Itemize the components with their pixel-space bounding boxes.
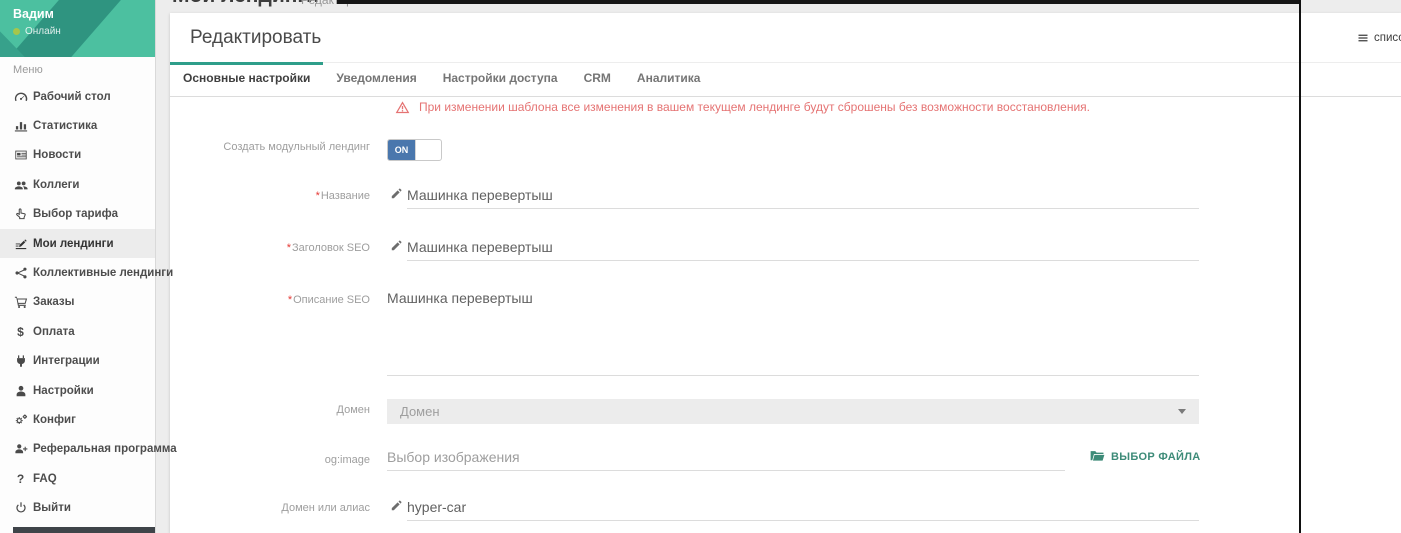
seo-title-input[interactable]: Машинка перевертыш [407, 234, 1199, 261]
sidebar-item-label: Выйти [33, 502, 71, 514]
menu-section-label: Меню [13, 64, 43, 76]
share-icon [13, 266, 28, 281]
template-warning: При изменении шаблона все изменения в ва… [395, 100, 1090, 115]
question-icon: ? [13, 471, 28, 486]
list-view-button[interactable]: список [1357, 13, 1401, 62]
domain-select-value: Домен [400, 404, 440, 419]
sidebar-item-label: Коллективные лендинги [33, 267, 173, 279]
profile-header: Вадим Онлайн [0, 0, 155, 57]
toggle-knob [415, 140, 441, 160]
gears-icon [13, 412, 28, 427]
alias-input[interactable]: hyper-car [407, 494, 1199, 521]
scrollbar[interactable] [1299, 0, 1301, 533]
sidebar-item-label: Оплата [33, 326, 75, 338]
dashboard-icon [13, 89, 28, 104]
folder-icon [1090, 450, 1105, 463]
tab-notifications[interactable]: Уведомления [323, 63, 429, 96]
sidebar-item-dashboard[interactable]: Рабочий стол [0, 82, 155, 111]
power-icon [13, 501, 28, 516]
sidebar-item-settings[interactable]: Настройки [0, 376, 155, 405]
choose-file-label: ВЫБОР ФАЙЛА [1111, 451, 1201, 463]
hand-icon [13, 207, 28, 222]
page-title: Мои лендинги [172, 0, 319, 7]
sidebar-item-label: Реферальная программа [33, 443, 177, 455]
warning-icon [395, 100, 410, 115]
pencil-icon [390, 239, 403, 252]
sidebar-item-tariff[interactable]: Выбор тарифа [0, 200, 155, 229]
sidebar-item-label: Настройки [33, 385, 94, 397]
edit-card: Редактировать список Основные настройки … [170, 13, 1401, 533]
sidebar-item-news[interactable]: Новости [0, 141, 155, 170]
tab-analytics[interactable]: Аналитика [624, 63, 714, 96]
sidebar-item-label: Выбор тарифа [33, 208, 118, 220]
sidebar-item-colleagues[interactable]: Коллеги [0, 170, 155, 199]
og-image-label: og:image [170, 453, 370, 467]
tab-crm[interactable]: CRM [571, 63, 624, 96]
sidebar-item-label: FAQ [33, 473, 57, 485]
sidebar: Вадим Онлайн Меню Рабочий стол Статистик… [0, 0, 156, 533]
profile-status: Онлайн [13, 26, 61, 37]
profile-name: Вадим [13, 7, 54, 21]
choose-file-button[interactable]: ВЫБОР ФАЙЛА [1090, 450, 1201, 463]
modular-toggle[interactable]: ON [387, 139, 442, 161]
edit-icon [13, 236, 28, 251]
og-image-input[interactable]: Выбор изображения [387, 444, 1065, 471]
alias-label: Домен или алиас [170, 501, 370, 515]
tab-access-settings[interactable]: Настройки доступа [430, 63, 571, 96]
warning-text: При изменении шаблона все изменения в ва… [419, 100, 1090, 115]
sidebar-item-label: Интеграции [33, 355, 100, 367]
sidebar-item-label: Новости [33, 149, 81, 161]
seo-description-input[interactable]: Машинка перевертыш [387, 287, 1199, 376]
sidebar-item-statistics[interactable]: Статистика [0, 111, 155, 140]
sidebar-item-label: Заказы [33, 296, 74, 308]
domain-label: Домен [170, 403, 370, 417]
sidebar-item-my-landings[interactable]: Мои лендинги [0, 229, 155, 258]
chevron-down-icon [1178, 409, 1186, 414]
sidebar-item-label: Статистика [33, 120, 97, 132]
sidebar-item-label: Коллеги [33, 179, 79, 191]
online-dot-icon [13, 28, 20, 35]
dollar-icon: $ [13, 324, 28, 339]
top-navbar-edge [337, 0, 1300, 4]
sidebar-item-label: Мои лендинги [33, 238, 114, 250]
card-title: Редактировать [190, 13, 321, 62]
domain-select[interactable]: Домен [387, 399, 1199, 424]
cart-icon [13, 295, 28, 310]
sidebar-menu: Рабочий стол Статистика Новости Коллеги … [0, 82, 155, 523]
sidebar-item-faq[interactable]: ? FAQ [0, 464, 155, 493]
tab-general-settings[interactable]: Основные настройки [170, 63, 323, 96]
name-input[interactable]: Машинка перевертыш [407, 182, 1199, 209]
sidebar-item-payment[interactable]: $ Оплата [0, 317, 155, 346]
plug-icon [13, 354, 28, 369]
sidebar-item-label: Рабочий стол [33, 91, 111, 103]
sidebar-item-integrations[interactable]: Интеграции [0, 347, 155, 376]
toggle-on-label: ON [388, 140, 415, 160]
list-view-label: список [1374, 32, 1401, 44]
sidebar-item-logout[interactable]: Выйти [0, 493, 155, 522]
sidebar-item-referral[interactable]: Реферальная программа [0, 435, 155, 464]
profile-status-label: Онлайн [25, 26, 61, 37]
user-icon [13, 383, 28, 398]
list-icon [1357, 32, 1369, 44]
sidebar-footer-strip [13, 527, 155, 533]
seo-title-label: *Заголовок SEO [170, 241, 370, 255]
sidebar-item-orders[interactable]: Заказы [0, 288, 155, 317]
modular-label: Создать модульный лендинг [170, 140, 370, 154]
sidebar-item-config[interactable]: Конфиг [0, 405, 155, 434]
user-plus-icon [13, 442, 28, 457]
pencil-icon [390, 499, 403, 512]
tab-bar: Основные настройки Уведомления Настройки… [170, 62, 1401, 97]
users-icon [13, 177, 28, 192]
news-icon [13, 148, 28, 163]
seo-description-label: *Описание SEO [170, 293, 370, 307]
sidebar-item-collective-landings[interactable]: Коллективные лендинги [0, 258, 155, 287]
name-label: *Название [170, 189, 370, 203]
bar-chart-icon [13, 119, 28, 134]
sidebar-item-label: Конфиг [33, 414, 76, 426]
pencil-icon [390, 187, 403, 200]
